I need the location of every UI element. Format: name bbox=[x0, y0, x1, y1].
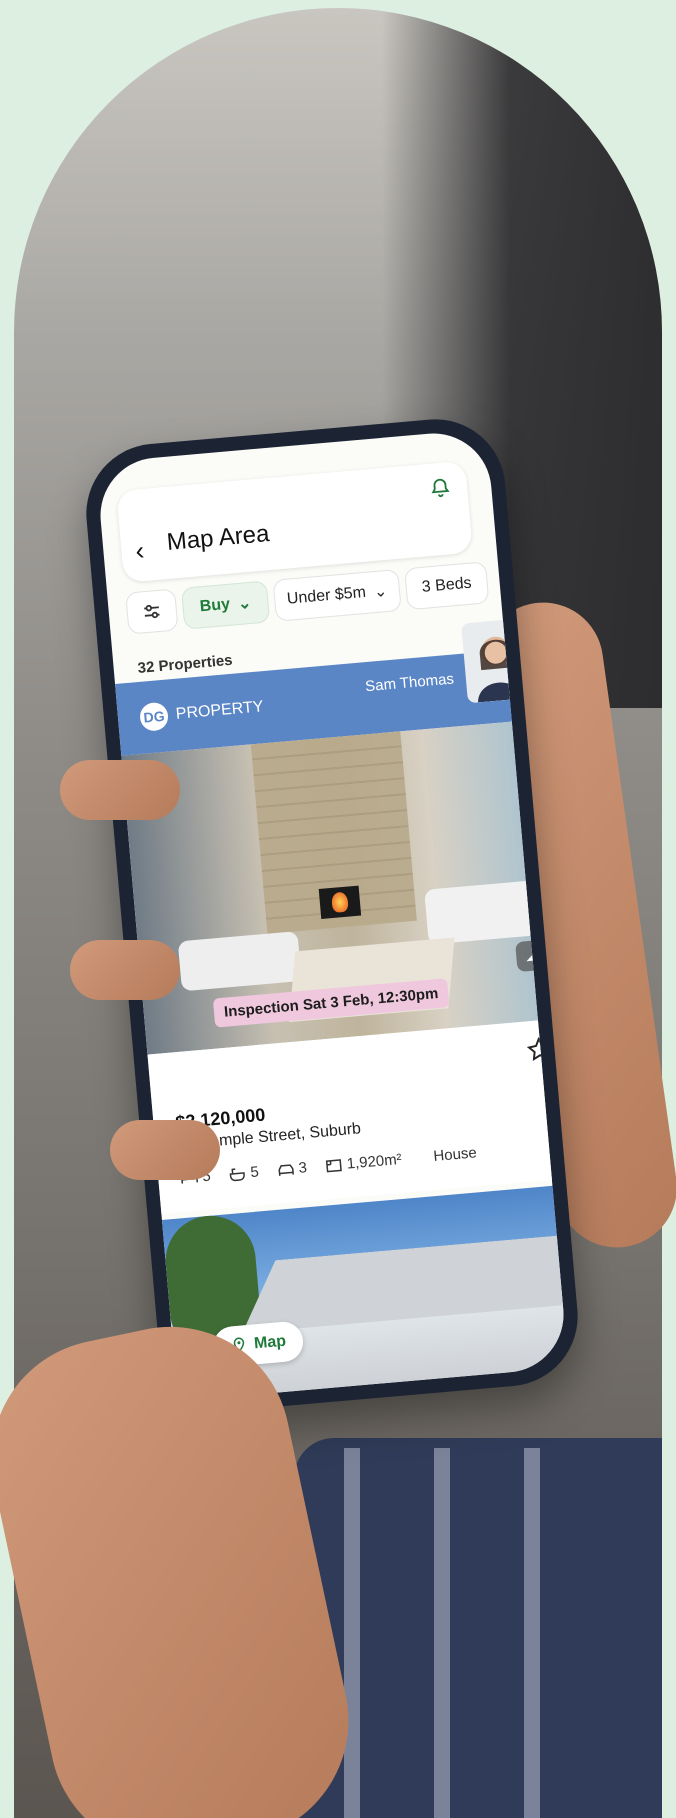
top-bar: ‹ Map Area bbox=[116, 460, 473, 583]
listing-features: 5 5 3 1,920m² House bbox=[180, 1144, 478, 1187]
map-button-label: Map bbox=[253, 1332, 287, 1353]
shirt-stripe bbox=[344, 1448, 360, 1818]
finger bbox=[60, 760, 180, 820]
bath-icon bbox=[229, 1167, 246, 1181]
phone-frame: ‹ Map Area Buy ⌄ Under $5m ⌄ 3 Beds 32 P… bbox=[80, 413, 584, 1417]
land-size-icon bbox=[325, 1158, 342, 1172]
phone-screen: ‹ Map Area Buy ⌄ Under $5m ⌄ 3 Beds 32 P… bbox=[95, 428, 569, 1402]
star-icon[interactable] bbox=[525, 1035, 553, 1063]
shirt-stripe bbox=[524, 1448, 540, 1818]
listing-photo[interactable]: Inspection Sat 3 Feb, 12:30pm ☁ bbox=[121, 718, 569, 1055]
sofa bbox=[177, 931, 302, 992]
property-type: House bbox=[432, 1144, 478, 1166]
photo-scene: ‹ Map Area Buy ⌄ Under $5m ⌄ 3 Beds 32 P… bbox=[0, 0, 676, 1818]
area-value: 1,920m² bbox=[346, 1150, 403, 1173]
sofa bbox=[424, 880, 539, 945]
baths-count: 5 bbox=[249, 1163, 260, 1182]
shirt-stripe bbox=[434, 1448, 450, 1818]
agency-name: PROPERTY bbox=[175, 698, 265, 723]
filter-chip-buy[interactable]: Buy ⌄ bbox=[180, 580, 271, 630]
chip-label: 3 Beds bbox=[421, 574, 473, 596]
sliders-icon bbox=[144, 604, 160, 619]
finger bbox=[70, 940, 180, 1000]
finger bbox=[110, 1120, 220, 1180]
feature-cars: 3 bbox=[276, 1159, 308, 1179]
cars-count: 3 bbox=[297, 1159, 308, 1177]
logo-initials: DG bbox=[138, 701, 170, 732]
feature-baths: 5 bbox=[228, 1163, 260, 1183]
chevron-down-icon: ⌄ bbox=[373, 582, 389, 602]
feature-area: 1,920m² bbox=[324, 1151, 402, 1175]
bell-icon[interactable] bbox=[428, 476, 452, 500]
agency-logo: DG PROPERTY bbox=[138, 693, 265, 732]
chip-label: Under $5m bbox=[286, 583, 367, 608]
agent-name: Sam Thomas bbox=[364, 670, 455, 696]
chip-label: Buy bbox=[199, 595, 231, 616]
car-icon bbox=[278, 1163, 294, 1176]
chevron-down-icon: ⌄ bbox=[237, 594, 253, 613]
results-count: 32 Properties bbox=[137, 651, 234, 677]
filter-settings-button[interactable] bbox=[125, 588, 179, 635]
filter-chip-price[interactable]: Under $5m ⌄ bbox=[272, 568, 402, 622]
back-arrow-icon[interactable]: ‹ bbox=[134, 535, 145, 567]
house-roof bbox=[236, 1235, 568, 1333]
page-title: Map Area bbox=[165, 520, 271, 556]
filter-chip-beds[interactable]: 3 Beds bbox=[404, 561, 490, 611]
